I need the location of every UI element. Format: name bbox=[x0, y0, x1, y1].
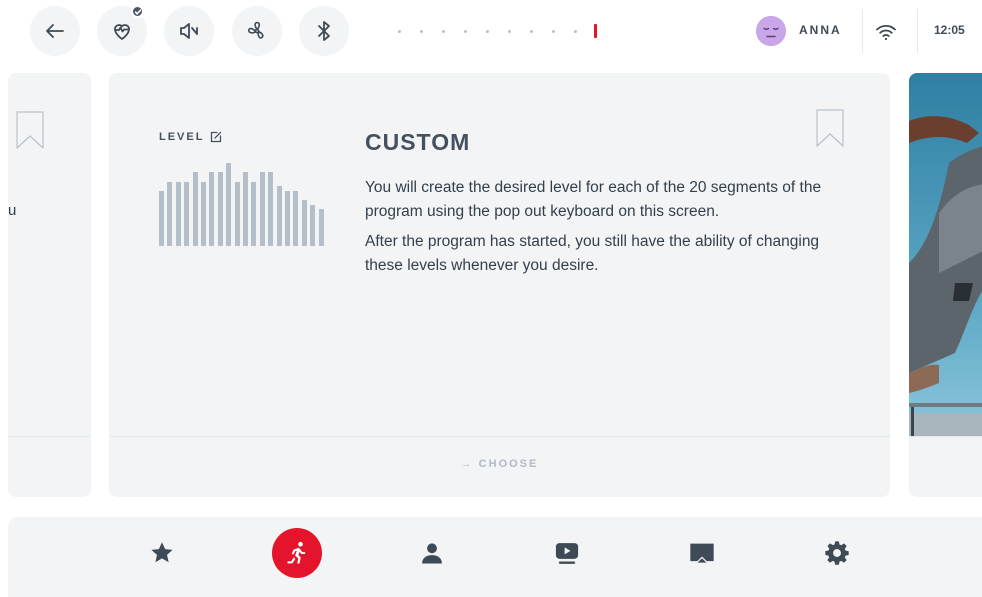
page-dot[interactable] bbox=[398, 30, 401, 33]
check-icon bbox=[134, 8, 141, 15]
level-bar bbox=[301, 200, 307, 246]
bluetooth-icon bbox=[318, 21, 330, 41]
level-bar bbox=[243, 172, 248, 246]
level-label: LEVEL bbox=[159, 131, 222, 143]
nav-profile[interactable] bbox=[407, 528, 457, 578]
level-bar bbox=[184, 182, 190, 246]
level-bar bbox=[259, 172, 265, 246]
page-dot[interactable] bbox=[552, 30, 555, 33]
nav-videos[interactable] bbox=[542, 528, 592, 578]
level-profile-chart bbox=[159, 151, 327, 246]
level-bar bbox=[293, 191, 299, 246]
divider bbox=[917, 9, 918, 53]
connected-badge bbox=[131, 5, 144, 18]
page-dot[interactable] bbox=[486, 30, 489, 33]
choose-button[interactable]: → CHOOSE bbox=[109, 458, 890, 470]
level-bar bbox=[318, 209, 324, 246]
level-bar bbox=[159, 191, 164, 246]
divider bbox=[862, 9, 863, 53]
arrow-left-icon bbox=[46, 24, 64, 38]
mute-button[interactable] bbox=[164, 6, 214, 56]
level-bar bbox=[234, 182, 240, 246]
page-dot[interactable] bbox=[530, 30, 533, 33]
level-bar bbox=[175, 182, 181, 246]
level-bar bbox=[167, 182, 173, 246]
level-bar bbox=[226, 163, 232, 246]
bluetooth-button[interactable] bbox=[299, 6, 349, 56]
user-icon bbox=[422, 543, 442, 564]
wifi-icon[interactable] bbox=[874, 20, 898, 44]
page-dot[interactable] bbox=[442, 30, 445, 33]
program-card-custom[interactable]: LEVEL CUSTOM You will create the desired… bbox=[109, 73, 890, 497]
top-bar: ANNA 12:05 bbox=[0, 0, 982, 62]
sleepy-face-icon bbox=[756, 16, 786, 46]
nav-screen-mirror[interactable] bbox=[677, 528, 727, 578]
level-label-text: LEVEL bbox=[159, 131, 205, 143]
star-icon bbox=[151, 542, 173, 563]
fan-icon bbox=[248, 21, 264, 39]
user-name[interactable]: ANNA bbox=[799, 23, 842, 37]
back-button[interactable] bbox=[30, 6, 80, 56]
card-divider bbox=[109, 436, 890, 437]
bookmark-icon[interactable] bbox=[816, 109, 844, 147]
heart-rate-icon bbox=[114, 24, 130, 40]
bookmark-icon[interactable] bbox=[16, 111, 44, 149]
nav-programs[interactable] bbox=[272, 528, 322, 578]
level-bar bbox=[201, 182, 206, 246]
level-bar bbox=[310, 205, 316, 246]
program-title: CUSTOM bbox=[365, 129, 471, 155]
level-bar bbox=[268, 172, 274, 246]
page-dot[interactable] bbox=[420, 30, 423, 33]
page-dot[interactable] bbox=[574, 30, 577, 33]
page-dot[interactable] bbox=[508, 30, 511, 33]
level-bar bbox=[276, 186, 282, 246]
clock: 12:05 bbox=[934, 23, 965, 37]
fan-button[interactable] bbox=[232, 6, 282, 56]
level-bar bbox=[209, 172, 215, 246]
card-text: u bbox=[8, 202, 17, 219]
athlete-photo bbox=[909, 73, 982, 437]
level-bar bbox=[285, 191, 290, 246]
edit-icon[interactable] bbox=[210, 131, 222, 143]
page-dot[interactable] bbox=[464, 30, 467, 33]
nav-settings[interactable] bbox=[812, 528, 862, 578]
program-card-next[interactable] bbox=[909, 73, 982, 497]
program-description: You will create the desired level for ea… bbox=[365, 176, 845, 284]
level-bar bbox=[192, 172, 198, 246]
screen-mirror-icon bbox=[690, 543, 714, 563]
video-play-icon bbox=[555, 543, 579, 564]
description-paragraph: After the program has started, you still… bbox=[365, 233, 820, 274]
gear-icon bbox=[825, 541, 849, 565]
card-divider bbox=[8, 436, 91, 437]
description-paragraph: You will create the desired level for ea… bbox=[365, 179, 822, 220]
program-card-previous[interactable]: u bbox=[8, 73, 91, 497]
level-bar bbox=[251, 182, 257, 246]
page-dot-active[interactable] bbox=[594, 24, 597, 38]
nav-favorites[interactable] bbox=[137, 528, 187, 578]
speaker-muted-icon bbox=[180, 23, 198, 39]
running-icon bbox=[287, 541, 306, 564]
card-divider bbox=[909, 436, 982, 437]
level-bar bbox=[217, 172, 223, 246]
avatar[interactable] bbox=[756, 16, 786, 46]
heart-rate-button[interactable] bbox=[97, 5, 147, 56]
